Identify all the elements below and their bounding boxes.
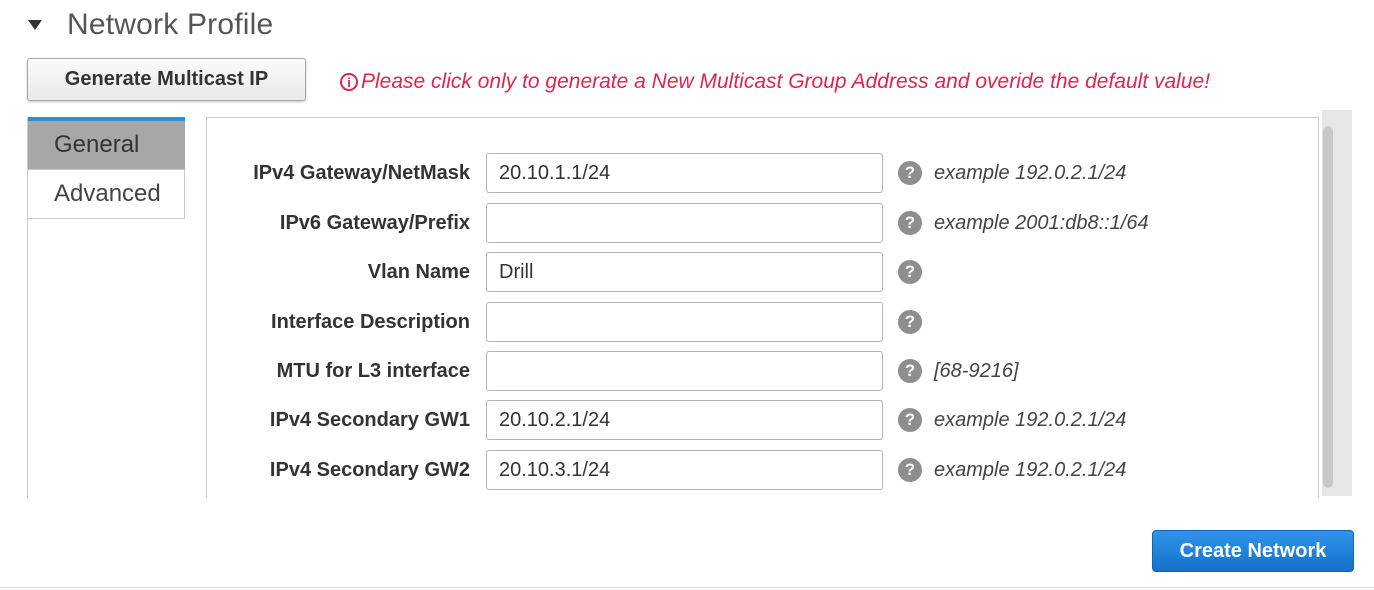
field-hint: example 192.0.2.1/24 bbox=[934, 458, 1127, 481]
tab-advanced[interactable]: Advanced bbox=[28, 169, 185, 219]
field-hint: example 192.0.2.1/24 bbox=[934, 408, 1127, 431]
divider bbox=[0, 587, 1374, 588]
form-scrollbar[interactable] bbox=[1322, 110, 1352, 496]
question-circle-icon[interactable]: ? bbox=[898, 310, 922, 334]
question-circle-icon[interactable]: ? bbox=[898, 211, 922, 235]
field-hint: [68-9216] bbox=[934, 359, 1019, 382]
field-hint: example 2001:db8::1/64 bbox=[934, 211, 1149, 234]
mtu-input[interactable] bbox=[486, 351, 883, 391]
generate-multicast-ip-button[interactable]: Generate Multicast IP bbox=[27, 58, 306, 101]
question-circle-icon[interactable]: ? bbox=[898, 359, 922, 383]
ipv4-secondary-gw1-input[interactable] bbox=[486, 400, 883, 440]
scrollbar-thumb[interactable] bbox=[1323, 126, 1333, 488]
question-circle-icon[interactable]: ? bbox=[898, 161, 922, 185]
caret-down-icon[interactable] bbox=[28, 20, 42, 30]
form-row-mtu: MTU for L3 interface ? [68-9216] bbox=[206, 351, 1319, 391]
section-title: Network Profile bbox=[67, 8, 274, 41]
question-circle-icon[interactable]: ? bbox=[898, 408, 922, 432]
form-row-interface-description: Interface Description ? bbox=[206, 302, 1319, 342]
field-hint: example 192.0.2.1/24 bbox=[934, 161, 1127, 184]
form-row-vlan-name: Vlan Name ? bbox=[206, 252, 1319, 292]
field-label: Vlan Name bbox=[367, 260, 470, 283]
question-circle-icon[interactable]: ? bbox=[898, 260, 922, 284]
section-header: Network Profile bbox=[28, 6, 273, 44]
form-row-ipv4-secondary-gw1: IPv4 Secondary GW1 ? example 192.0.2.1/2… bbox=[206, 400, 1319, 440]
network-profile-page: Network Profile Generate Multicast IP i … bbox=[0, 0, 1374, 590]
field-label: Interface Description bbox=[271, 310, 470, 333]
field-label: IPv4 Secondary GW1 bbox=[269, 408, 470, 431]
form-row-ipv4-gateway: IPv4 Gateway/NetMask ? example 192.0.2.1… bbox=[206, 153, 1319, 193]
form-row-ipv4-secondary-gw2: IPv4 Secondary GW2 ? example 192.0.2.1/2… bbox=[206, 450, 1319, 490]
interface-description-input[interactable] bbox=[486, 302, 883, 342]
vlan-name-input[interactable] bbox=[486, 252, 883, 292]
field-label: IPv6 Gateway/Prefix bbox=[279, 211, 470, 234]
field-label: IPv4 Gateway/NetMask bbox=[253, 161, 470, 184]
field-label: IPv4 Secondary GW2 bbox=[269, 458, 470, 481]
ipv4-gateway-input[interactable] bbox=[486, 153, 883, 193]
info-circle-icon: i bbox=[340, 73, 358, 91]
question-circle-icon[interactable]: ? bbox=[898, 458, 922, 482]
create-network-button[interactable]: Create Network bbox=[1152, 530, 1354, 572]
tab-list: General Advanced bbox=[27, 117, 185, 498]
field-label: MTU for L3 interface bbox=[276, 359, 470, 382]
ipv6-gateway-input[interactable] bbox=[486, 203, 883, 243]
warning-text: Please click only to generate a New Mult… bbox=[361, 70, 1211, 93]
multicast-warning: i Please click only to generate a New Mu… bbox=[340, 70, 1210, 94]
form-row-ipv6-gateway: IPv6 Gateway/Prefix ? example 2001:db8::… bbox=[206, 203, 1319, 243]
ipv4-secondary-gw2-input[interactable] bbox=[486, 450, 883, 490]
tab-general[interactable]: General bbox=[28, 117, 185, 169]
